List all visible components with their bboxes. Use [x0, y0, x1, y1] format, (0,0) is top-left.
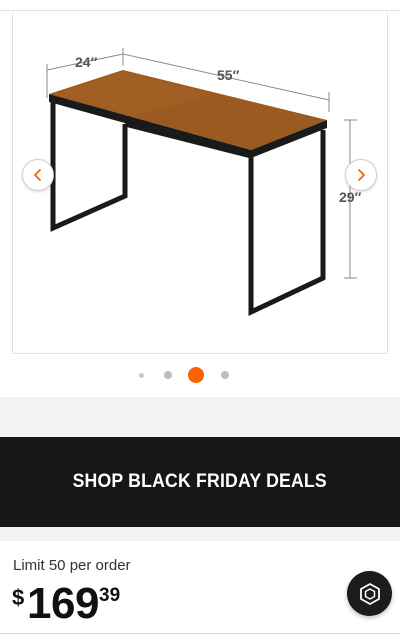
- section-spacer: [0, 397, 400, 437]
- previous-image-button[interactable]: [22, 159, 54, 191]
- pagination-dot[interactable]: [164, 371, 172, 379]
- chevron-right-icon: [358, 169, 365, 181]
- dimension-height-label: 29″: [339, 189, 362, 205]
- dimension-width-label: 55″: [217, 67, 240, 83]
- chevron-left-icon: [34, 169, 41, 181]
- image-pagination: [0, 364, 400, 386]
- section-spacer: [0, 527, 400, 541]
- pagination-dot-active[interactable]: [188, 367, 204, 383]
- price-panel: Limit 50 per order $ 169 39: [0, 541, 400, 642]
- product-image-gallery[interactable]: 24″ 55″ 29″: [12, 12, 388, 354]
- product-image: 24″ 55″ 29″: [46, 48, 362, 316]
- dimension-depth-label: 24″: [75, 54, 98, 70]
- price-currency: $: [12, 585, 25, 610]
- pagination-dot[interactable]: [221, 371, 229, 379]
- chat-assistant-button[interactable]: [347, 571, 392, 616]
- next-image-button[interactable]: [345, 159, 377, 191]
- black-friday-banner[interactable]: SHOP BLACK FRIDAY DEALS: [0, 437, 400, 527]
- price-dollars: 169: [27, 579, 99, 628]
- pagination-dot[interactable]: [139, 373, 144, 378]
- order-limit-text: Limit 50 per order: [13, 557, 131, 574]
- price-cents: 39: [99, 585, 121, 606]
- top-divider: [0, 10, 400, 11]
- bottom-divider: [0, 633, 400, 634]
- hexagon-chat-icon: [359, 582, 380, 605]
- black-friday-banner-label: SHOP BLACK FRIDAY DEALS: [72, 471, 328, 492]
